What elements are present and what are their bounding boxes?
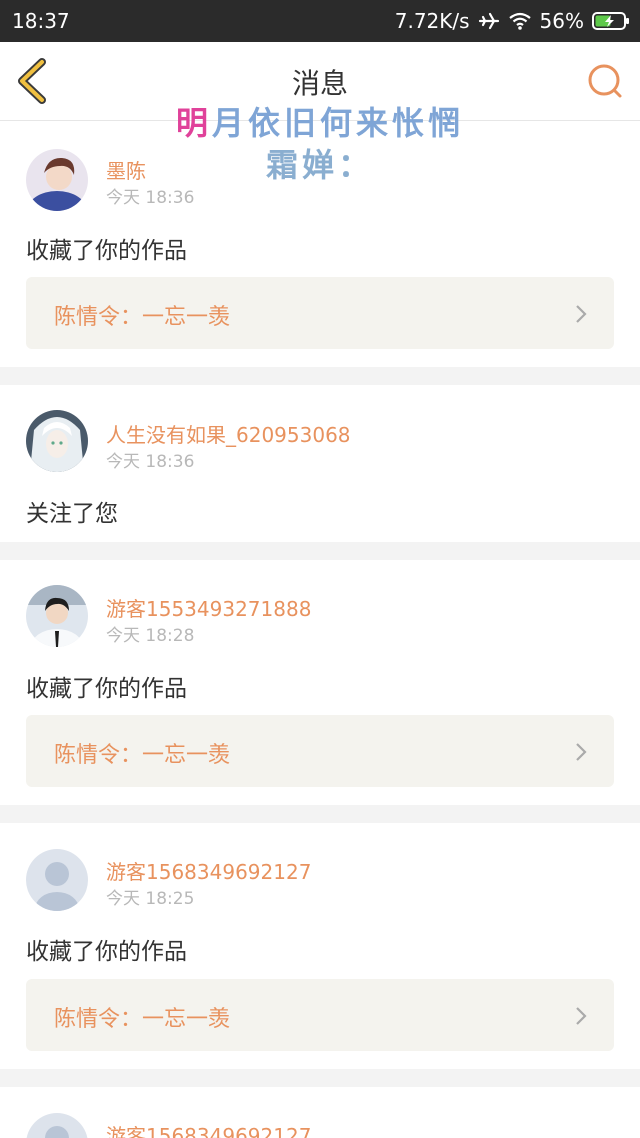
avatar[interactable]: [26, 849, 88, 911]
work-title: 陈情令：一忘一羡: [54, 1007, 231, 1032]
battery-charging-icon: [592, 11, 630, 31]
action-text: 收藏了你的作品: [26, 238, 187, 264]
status-bar: 18:37 7.72K/s 56%: [0, 0, 640, 42]
wifi-icon: [508, 11, 532, 31]
username[interactable]: 人生没有如果_620953068: [106, 419, 351, 448]
work-title: 陈情令：一忘一羡: [54, 305, 231, 330]
overlay-caption-first-char: 明: [175, 104, 212, 142]
status-time: 18:37: [12, 9, 70, 33]
action-text: 关注了您: [26, 501, 118, 527]
timestamp: 今天 18:28: [106, 626, 195, 646]
airplane-icon: [478, 11, 500, 31]
chevron-right-icon: [576, 305, 587, 323]
work-title: 陈情令：一忘一羡: [54, 743, 231, 768]
timestamp: 今天 18:25: [106, 889, 195, 909]
timestamp: 今天 18:36: [106, 452, 195, 472]
action-text: 收藏了你的作品: [26, 939, 187, 965]
status-icons: 7.72K/s 56%: [395, 9, 630, 33]
avatar[interactable]: [26, 1113, 88, 1138]
chevron-right-icon: [576, 1007, 587, 1025]
message-card[interactable]: 人生没有如果_620953068 今天 18:36 关注了您: [0, 385, 640, 542]
action-text: 收藏了你的作品: [26, 676, 187, 702]
message-card[interactable]: 游客1568349692127 今天 18:25 收藏了你的作品 陈情令：一忘一…: [0, 823, 640, 1069]
message-card[interactable]: 游客1553493271888 今天 18:28 收藏了你的作品 陈情令：一忘一…: [0, 560, 640, 805]
username[interactable]: 游客1568349692127: [106, 1120, 311, 1138]
overlay-caption-line2: 霜婵：: [265, 146, 374, 184]
battery-percent: 56%: [539, 9, 584, 33]
page-title: 消息: [291, 67, 348, 100]
search-button[interactable]: [586, 62, 624, 100]
work-link[interactable]: 陈情令：一忘一羡: [26, 715, 614, 787]
work-link[interactable]: 陈情令：一忘一羡: [26, 277, 614, 349]
message-card[interactable]: 游客1568349692127: [0, 1087, 640, 1138]
username[interactable]: 游客1568349692127: [106, 856, 311, 885]
search-icon: [588, 64, 622, 98]
timestamp: 今天 18:36: [106, 188, 195, 208]
work-link[interactable]: 陈情令：一忘一羡: [26, 979, 614, 1051]
username[interactable]: 游客1553493271888: [106, 593, 311, 622]
net-speed: 7.72K/s: [394, 9, 470, 33]
overlay-caption-rest: 月依旧何来怅惘: [212, 104, 465, 142]
avatar[interactable]: [26, 585, 88, 647]
avatar[interactable]: [26, 410, 88, 472]
overlay-caption-line1: 明月依旧何来怅惘: [0, 98, 640, 144]
chevron-right-icon: [576, 743, 587, 761]
